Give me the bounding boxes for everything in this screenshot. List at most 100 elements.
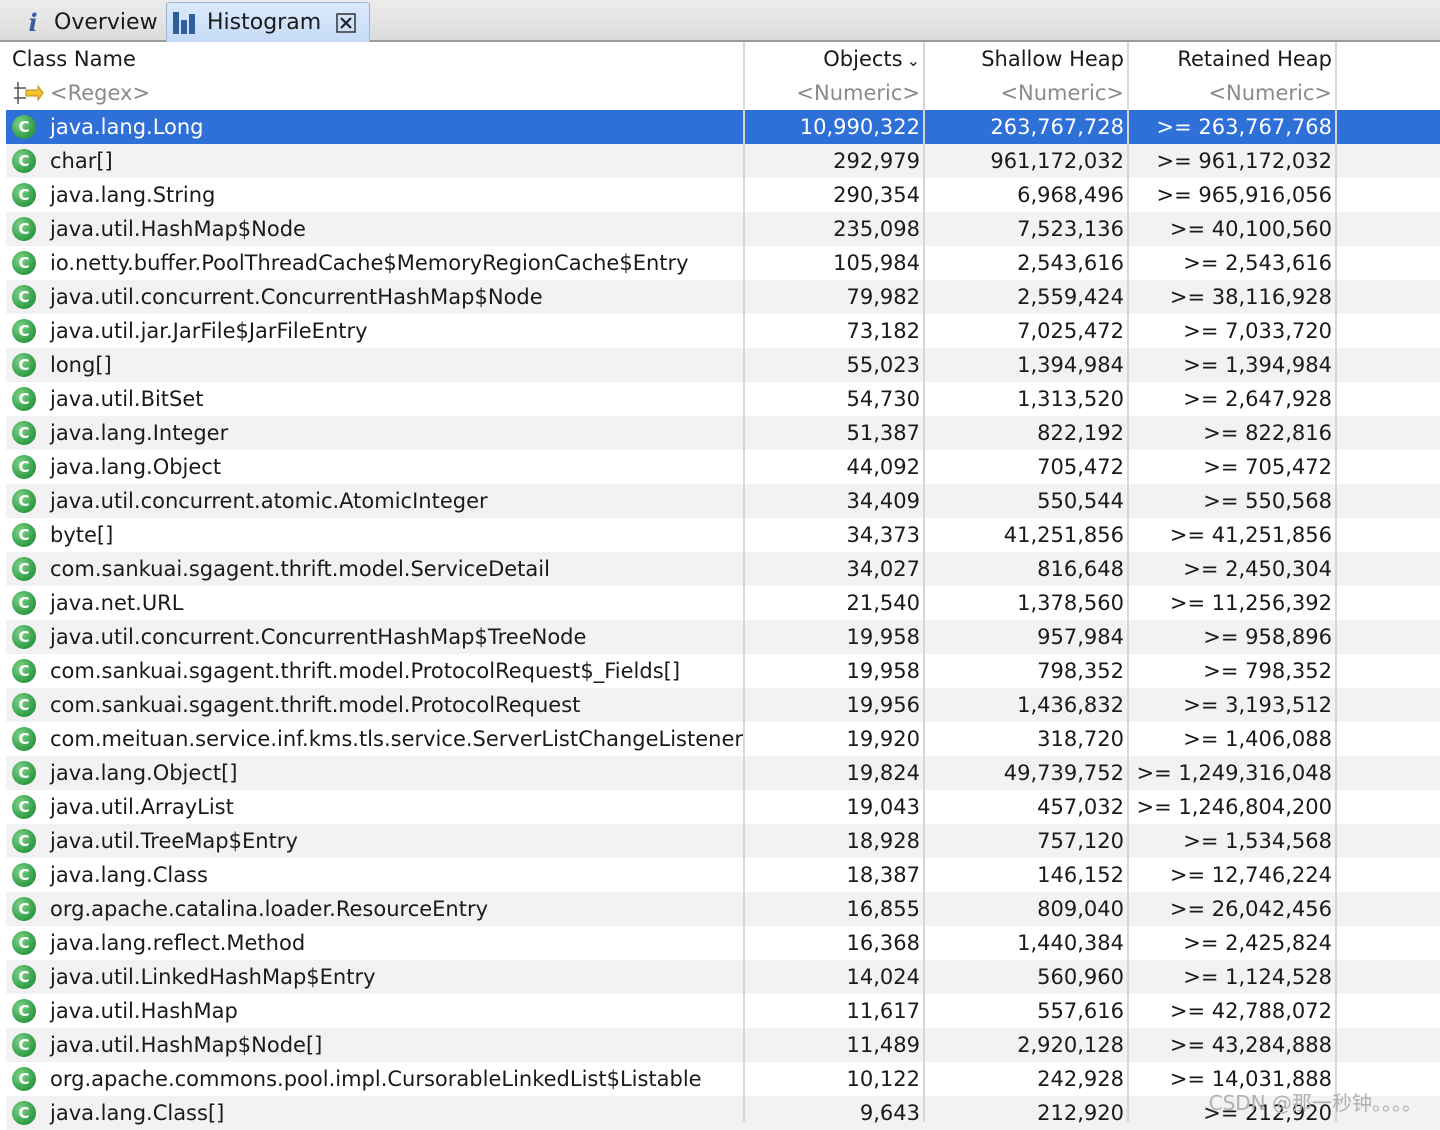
objects-filter-input[interactable]: <Numeric> — [746, 76, 926, 110]
retained-heap-cell: >= 26,042,456 — [1169, 897, 1332, 921]
table-row[interactable]: Cjava.lang.Object[] 19,824 49,739,752 >= 1,… — [6, 756, 1440, 790]
regex-filter-icon — [14, 82, 44, 104]
shallow-heap-cell: 263,767,728 — [990, 115, 1124, 139]
table-row[interactable]: Ccom.sankuai.sgagent.thrift.model.Protoc… — [6, 654, 1440, 688]
table-row[interactable]: Cjava.util.LinkedHashMap$Entry 14,024 560,… — [6, 960, 1440, 994]
table-row[interactable]: Clong[] 55,023 1,394,984 >= 1,394,984 — [6, 348, 1440, 382]
table-row[interactable]: Corg.apache.catalina.loader.ResourceEntr… — [6, 892, 1440, 926]
retained-heap-cell: >= 38,116,928 — [1169, 285, 1332, 309]
table-row[interactable]: Cjava.util.TreeMap$Entry 18,928 757,120 >= … — [6, 824, 1440, 858]
objects-cell: 55,023 — [846, 353, 920, 377]
shallow-heap-cell: 757,120 — [1037, 829, 1124, 853]
table-row[interactable]: Cjava.lang.Class 18,387 146,152 >= 12,746,2… — [6, 858, 1440, 892]
class-name-cell: char[] — [50, 149, 113, 173]
retained-heap-cell: >= 798,352 — [1203, 659, 1332, 683]
shallow-heap-cell: 560,960 — [1037, 965, 1124, 989]
objects-cell: 11,617 — [846, 999, 920, 1023]
table-row[interactable]: Cjava.net.URL 21,540 1,378,560 >= 11,256,39… — [6, 586, 1440, 620]
table-row[interactable]: Cjava.lang.Integer 51,387 822,192 >= 822,81… — [6, 416, 1440, 450]
objects-cell: 51,387 — [846, 421, 920, 445]
class-name-cell: java.util.HashMap$Node — [50, 217, 306, 241]
class-name-cell: java.util.BitSet — [50, 387, 204, 411]
table-row[interactable]: Ccom.sankuai.sgagent.thrift.model.Servic… — [6, 552, 1440, 586]
class-name-cell: java.util.HashMap$Node[] — [50, 1033, 323, 1057]
class-name-cell: com.meituan.service.inf.kms.tls.service.… — [50, 727, 743, 751]
table-row[interactable]: Ccom.meituan.service.inf.kms.tls.service… — [6, 722, 1440, 756]
class-name-cell: com.sankuai.sgagent.thrift.model.Protoco… — [50, 693, 581, 717]
class-name-cell: org.apache.catalina.loader.ResourceEntry — [50, 897, 489, 921]
objects-cell: 19,920 — [846, 727, 920, 751]
table-row[interactable]: Cio.netty.buffer.PoolThreadCache$MemoryR… — [6, 246, 1440, 280]
class-name-cell: java.lang.Integer — [50, 421, 229, 445]
retained-heap-cell: >= 958,896 — [1203, 625, 1332, 649]
class-name-cell: com.sankuai.sgagent.thrift.model.Protoco… — [50, 659, 681, 683]
shallow-heap-cell: 7,025,472 — [1017, 319, 1124, 343]
objects-cell: 34,409 — [846, 489, 920, 513]
column-header-objects[interactable]: Objects ⌄ — [746, 42, 926, 76]
shallow-heap-cell: 2,559,424 — [1017, 285, 1124, 309]
shallow-heap-cell: 961,172,032 — [990, 149, 1124, 173]
retained-heap-cell: >= 1,534,568 — [1183, 829, 1332, 853]
table-row[interactable]: Cjava.util.jar.JarFile$JarFileEntry 73,18… — [6, 314, 1440, 348]
close-tab-icon[interactable] — [335, 12, 357, 34]
table-row[interactable]: Cjava.util.HashMap 11,617 557,616 >= 42,788… — [6, 994, 1440, 1028]
class-name-cell: java.util.concurrent.ConcurrentHashMap$T… — [50, 625, 587, 649]
table-row[interactable]: Cjava.util.HashMap$Node[] 11,489 2,920,128… — [6, 1028, 1440, 1062]
chevron-down-icon: ⌄ — [906, 51, 920, 70]
objects-cell: 105,984 — [833, 251, 920, 275]
class-name-cell: java.util.TreeMap$Entry — [50, 829, 298, 853]
table-row[interactable]: Cjava.util.concurrent.atomic.AtomicInteg… — [6, 484, 1440, 518]
table-row[interactable]: Cjava.util.BitSet 54,730 1,313,520 >= 2,647… — [6, 382, 1440, 416]
objects-cell: 16,855 — [846, 897, 920, 921]
shallow-heap-cell: 2,920,128 — [1017, 1033, 1124, 1057]
class-name-cell: java.lang.reflect.Method — [50, 931, 306, 955]
table-row[interactable]: Cjava.lang.String 290,354 6,968,496 >= 965,… — [6, 178, 1440, 212]
table-row[interactable]: Cbyte[] 34,373 41,251,856 >= 41,251,856 — [6, 518, 1440, 552]
shallow-heap-cell: 2,543,616 — [1017, 251, 1124, 275]
shallow-heap-cell: 550,544 — [1037, 489, 1124, 513]
table-row[interactable]: Cjava.util.HashMap$Node 235,098 7,523,136 >… — [6, 212, 1440, 246]
retained-heap-filter-input[interactable]: <Numeric> — [1130, 76, 1338, 110]
objects-cell: 11,489 — [846, 1033, 920, 1057]
shallow-heap-cell: 705,472 — [1037, 455, 1124, 479]
class-name-cell: java.lang.Class[] — [50, 1101, 225, 1125]
shallow-heap-cell: 212,920 — [1037, 1101, 1124, 1125]
tab-overview-label: Overview — [54, 9, 158, 35]
shallow-heap-filter-input[interactable]: <Numeric> — [926, 76, 1130, 110]
table-row[interactable]: Cjava.util.ArrayList 19,043 457,032 >= 1,24… — [6, 790, 1440, 824]
shallow-heap-cell: 822,192 — [1037, 421, 1124, 445]
table-row[interactable]: Cjava.util.concurrent.ConcurrentHashMap$… — [6, 620, 1440, 654]
shallow-heap-cell: 557,616 — [1037, 999, 1124, 1023]
shallow-heap-cell: 816,648 — [1037, 557, 1124, 581]
column-header-retained-heap[interactable]: Retained Heap — [1130, 42, 1338, 76]
class-name-cell: java.util.ArrayList — [50, 795, 234, 819]
objects-cell: 19,956 — [846, 693, 920, 717]
class-name-cell: java.lang.Object[] — [50, 761, 238, 785]
objects-cell: 18,387 — [846, 863, 920, 887]
column-divider — [1127, 42, 1129, 1122]
table-row[interactable]: Cjava.lang.Long 10,990,322 263,767,728 >= 2… — [6, 110, 1440, 144]
column-header-shallow-heap[interactable]: Shallow Heap — [926, 42, 1130, 76]
table-row[interactable]: Cjava.lang.Object 44,092 705,472 >= 705,472 — [6, 450, 1440, 484]
objects-cell: 73,182 — [846, 319, 920, 343]
retained-heap-cell: >= 2,647,928 — [1183, 387, 1332, 411]
retained-heap-cell: >= 12,746,224 — [1169, 863, 1332, 887]
class-name-filter-input[interactable]: <Regex> — [50, 76, 740, 110]
class-name-cell: com.sankuai.sgagent.thrift.model.Service… — [50, 557, 550, 581]
objects-cell: 54,730 — [846, 387, 920, 411]
table-row[interactable]: Cjava.util.concurrent.ConcurrentHashMap$… — [6, 280, 1440, 314]
tab-histogram[interactable]: Histogram — [166, 2, 370, 42]
column-divider — [743, 42, 745, 1122]
objects-cell: 44,092 — [846, 455, 920, 479]
objects-cell: 292,979 — [833, 149, 920, 173]
class-name-cell: java.lang.Object — [50, 455, 222, 479]
table-row[interactable]: Ccom.sankuai.sgagent.thrift.model.Protoc… — [6, 688, 1440, 722]
retained-heap-cell: >= 550,568 — [1203, 489, 1332, 513]
column-header-class-name[interactable]: Class Name — [12, 42, 746, 76]
retained-heap-cell: >= 40,100,560 — [1169, 217, 1332, 241]
table-row[interactable]: Cjava.lang.reflect.Method 16,368 1,440,384… — [6, 926, 1440, 960]
column-divider — [1335, 42, 1337, 1122]
tab-overview[interactable]: i Overview — [6, 2, 164, 42]
objects-cell: 19,958 — [846, 625, 920, 649]
table-row[interactable]: Cchar[] 292,979 961,172,032 >= 961,172,032 — [6, 144, 1440, 178]
